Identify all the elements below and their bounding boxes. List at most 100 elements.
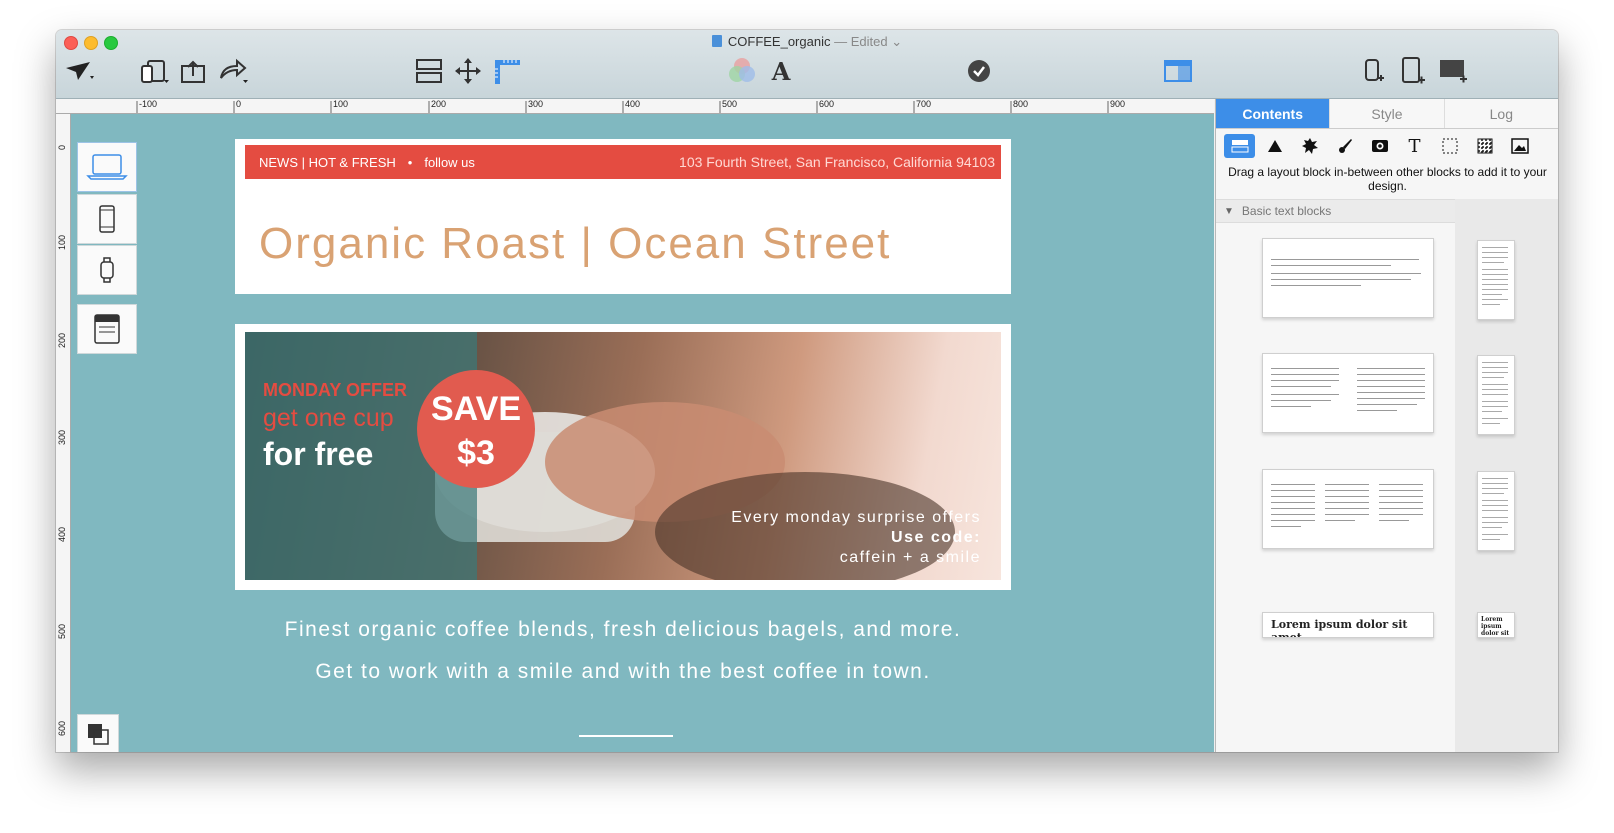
lorem-heading-text: Lorem ipsum dolor sit amet [1271,618,1408,638]
phone-add-icon[interactable] [1356,56,1390,86]
section-header[interactable]: ▼ Basic text blocks [1216,199,1455,223]
devices-icon[interactable] [138,56,172,86]
separator-dot: • [407,154,413,170]
follow-us-link[interactable]: follow us [424,155,475,170]
email-header-block[interactable]: NEWS | HOT & FRESH • follow us 103 Fourt… [235,139,1011,294]
lorem-mobile-text: Lorem ipsum dolor sit amet [1481,616,1510,637]
chevron-down-icon[interactable]: ⌄ [891,34,902,49]
ruler-label: 400 [57,526,67,542]
promo-code-label: Use code: [891,529,981,546]
tab-log[interactable]: Log [1444,99,1558,128]
body-line-1: Finest organic coffee blends, fresh deli… [235,618,1011,642]
block-type-toolbar: T [1224,134,1535,158]
drag-hint: Drag a layout block in-between other blo… [1228,165,1547,193]
text-block-two-column[interactable] [1262,353,1434,433]
promo-line: Every monday surprise offers [731,509,981,526]
app-window: COFFEE_organic — Edited ⌄ A -100 0 100 2… [56,30,1558,752]
mobile-text-block-3[interactable] [1477,471,1515,551]
body-text-bold: organic coffee [358,618,511,641]
document-name: COFFEE_organic [727,34,831,49]
layers-button[interactable] [77,714,119,752]
offer-free: for free [263,436,374,472]
layout-blocks-icon[interactable] [1224,134,1255,158]
ruler-label: 800 [1013,99,1029,109]
ruler-label: 500 [722,99,738,109]
text-block-heading[interactable]: Lorem ipsum dolor sit amet [1262,612,1434,638]
save-amount: $3 [457,434,495,472]
email-client-view-button[interactable] [77,304,137,354]
ruler-label: 500 [57,623,67,639]
ruler-label: 300 [57,429,67,445]
color-icon[interactable] [725,56,759,86]
preview-icon[interactable] [1161,56,1195,86]
text-icon[interactable]: T [1399,134,1430,158]
ruler-label: 100 [57,234,67,250]
layout-icon[interactable] [412,56,446,86]
send-icon[interactable] [62,56,96,86]
ruler-label: 900 [1110,99,1126,109]
phone-view-button[interactable] [77,194,137,244]
selection-icon[interactable] [1434,134,1465,158]
promo-text: Every monday surprise offers Use code: c… [731,508,981,568]
offer-title: MONDAY OFFER [263,380,408,400]
video-icon[interactable] [1364,134,1395,158]
ruler-label: 200 [57,332,67,348]
news-bar: NEWS | HOT & FRESH • follow us 103 Fourt… [245,145,1001,179]
email-client-icon [94,314,120,344]
panel-tabs: Contents Style Log [1216,99,1558,129]
email-headline: Organic Roast | Ocean Street [259,219,892,268]
ruler-icon[interactable] [490,56,524,86]
layers-icon [88,724,109,745]
text-block-three-column[interactable] [1262,469,1434,549]
ruler-label: 400 [625,99,641,109]
section-title: Basic text blocks [1241,204,1332,218]
desktop-add-icon[interactable] [1436,56,1470,86]
text-block-one-column[interactable] [1262,238,1434,318]
right-panel: Contents Style Log T Drag a layout block… [1215,99,1558,752]
move-icon[interactable] [451,56,485,86]
desktop-view-button[interactable] [77,142,137,192]
ruler-label: 300 [528,99,544,109]
upload-icon[interactable] [176,56,210,86]
ruler-label: 0 [236,99,242,109]
save-badge: SAVE $3 [417,370,535,488]
shape-icon[interactable] [1259,134,1290,158]
body-line-2: Get to work with a smile and with the be… [315,660,931,683]
divider [579,735,673,737]
promo-code: caffein + a smile [839,549,981,566]
body-text-segment: Finest [284,618,359,641]
check-icon[interactable] [962,56,996,86]
ruler-label: 200 [431,99,447,109]
ruler-label: 100 [333,99,349,109]
window-title: COFFEE_organic — Edited ⌄ [56,34,1558,50]
image-icon[interactable] [1504,134,1535,158]
disclosure-triangle-icon[interactable]: ▼ [1224,206,1234,217]
mobile-text-block-1[interactable] [1477,240,1515,320]
edited-status[interactable]: — Edited [834,34,887,49]
tab-contents[interactable]: Contents [1216,99,1331,128]
news-label: NEWS | HOT & FRESH [259,154,396,170]
share-icon[interactable] [216,56,250,86]
watch-view-button[interactable] [77,245,137,295]
save-label: SAVE [430,390,522,428]
tab-style[interactable]: Style [1330,99,1445,128]
mobile-text-block-2[interactable] [1477,355,1515,435]
pattern-icon[interactable] [1469,134,1500,158]
font-icon[interactable]: A [764,56,798,86]
horizontal-ruler: -100 0 100 200 300 400 500 600 700 800 9… [56,99,1214,114]
hero-image: MONDAY OFFER get one cup for free SAVE $… [245,332,1001,580]
tablet-add-icon[interactable] [1396,56,1430,86]
ruler-label: -100 [139,99,158,109]
address-text: 103 Fourth Street, San Francisco, Califo… [679,154,995,170]
design-canvas[interactable]: NEWS | HOT & FRESH • follow us 103 Fourt… [71,114,1214,752]
ruler-label: 600 [819,99,835,109]
ruler-label: 0 [57,144,67,150]
laptop-icon [86,154,128,180]
ruler-label: 600 [57,720,67,736]
email-hero-block[interactable]: MONDAY OFFER get one cup for free SAVE $… [235,324,1011,590]
badge-icon[interactable] [1294,134,1325,158]
ruler-label: 700 [916,99,932,109]
brush-icon[interactable] [1329,134,1360,158]
body-text-segment: blends, fresh delicious bagels, and more… [510,618,962,641]
mobile-text-block-heading[interactable]: Lorem ipsum dolor sit amet [1477,612,1515,638]
